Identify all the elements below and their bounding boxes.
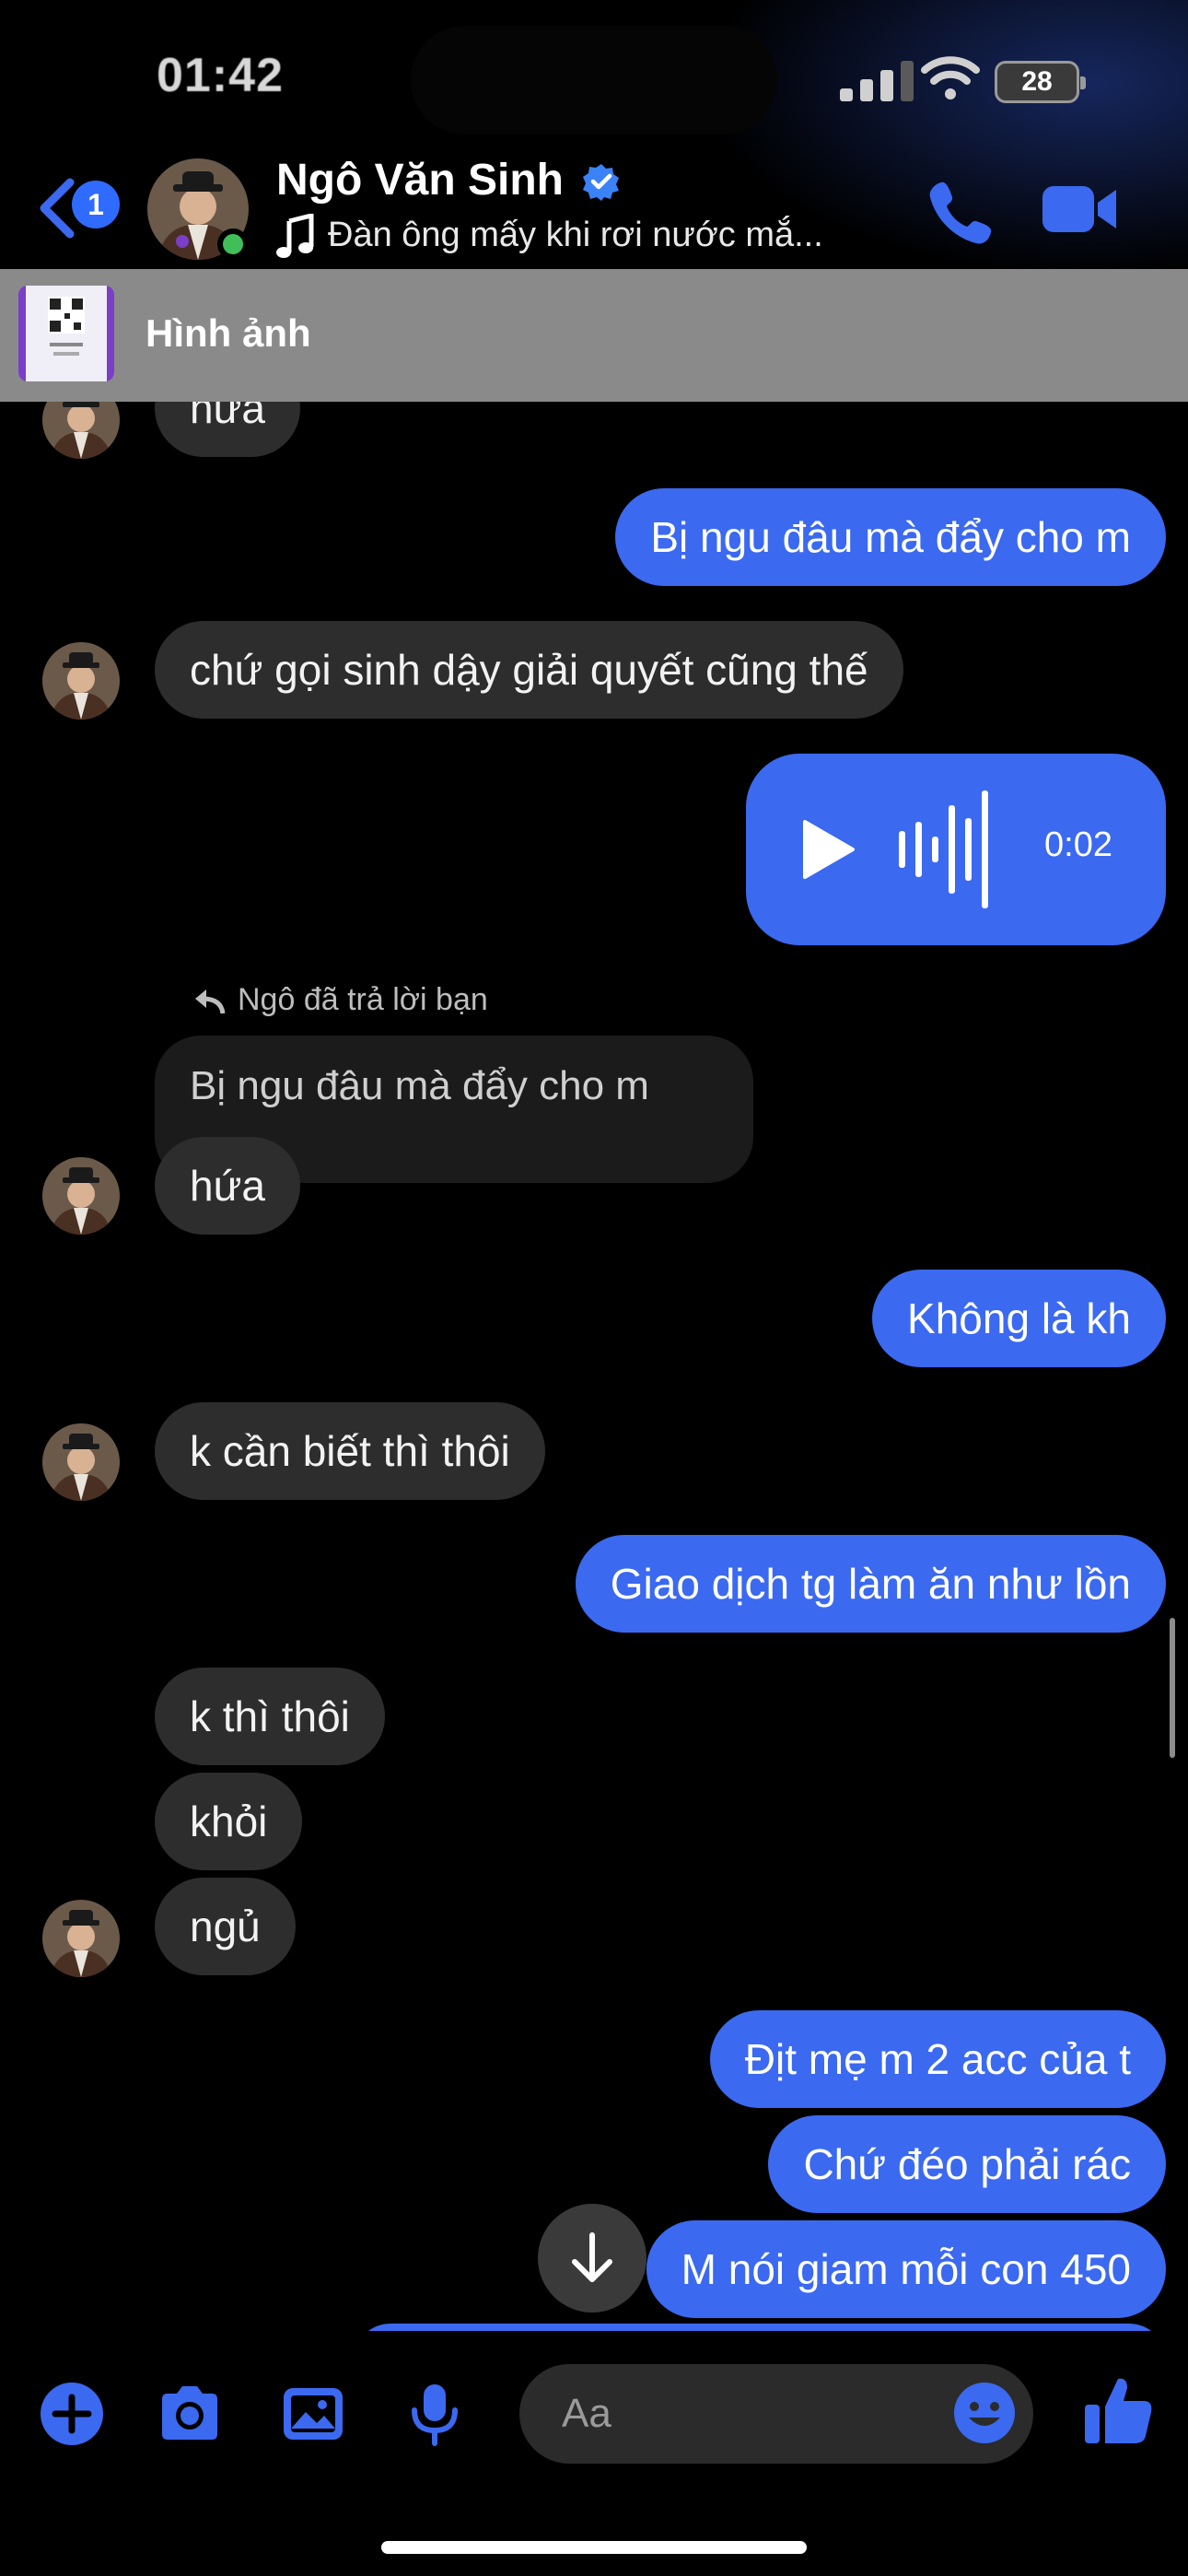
play-icon[interactable] — [801, 818, 856, 881]
signal-icon — [840, 61, 914, 101]
home-indicator — [381, 2541, 807, 2554]
online-status-dot — [217, 228, 249, 260]
outgoing-message[interactable]: Chứ đéo phải rác — [768, 2115, 1166, 2213]
unread-badge[interactable]: 1 — [72, 181, 120, 228]
incoming-message[interactable]: hứa — [155, 1137, 300, 1235]
reply-arrow-icon — [195, 989, 226, 1014]
sender-avatar[interactable] — [42, 1157, 120, 1235]
verified-icon — [583, 164, 619, 201]
outgoing-message[interactable]: Bị ngu đâu mà đẩy cho m — [615, 488, 1166, 586]
now-playing-song[interactable]: Đàn ông mấy khi rơi nước mắ... — [328, 216, 823, 255]
scroll-to-bottom-button[interactable] — [538, 2204, 646, 2313]
incoming-message[interactable]: ngủ — [155, 1878, 296, 1975]
incoming-message[interactable]: chứ gọi sinh dậy giải quyết cũng thế — [155, 621, 903, 719]
voice-duration: 0:02 — [1044, 825, 1112, 864]
phone-icon[interactable] — [925, 177, 996, 249]
incoming-message[interactable]: k thì thôi — [155, 1668, 385, 1765]
sender-avatar[interactable] — [42, 642, 120, 720]
emoji-icon[interactable] — [952, 2381, 1017, 2445]
wifi-icon — [921, 56, 980, 100]
pinned-label-overlay: Hình ảnh — [146, 311, 311, 355]
waveform-icon — [899, 790, 988, 908]
dynamic-island — [411, 26, 777, 135]
reply-hint: Ngô đã trả lời bạn — [238, 982, 488, 1017]
pinned-image-thumbnail-overlay — [18, 286, 114, 381]
outgoing-message[interactable]: M nói giam mỗi con 450 — [646, 2220, 1166, 2318]
music-note-icon — [276, 214, 314, 258]
image-icon[interactable] — [280, 2381, 346, 2447]
sender-avatar[interactable] — [42, 1423, 120, 1501]
contact-name[interactable]: Ngô Văn Sinh — [276, 155, 564, 205]
video-camera-icon[interactable] — [1041, 181, 1118, 238]
incoming-message[interactable]: khỏi — [155, 1773, 303, 1870]
battery-indicator: 28 — [995, 61, 1086, 103]
voice-message[interactable]: 0:02 — [746, 754, 1166, 945]
outgoing-message[interactable]: Giao dịch tg làm ăn như lồn — [575, 1535, 1166, 1633]
thumbs-up-icon[interactable] — [1081, 2373, 1155, 2447]
camera-icon[interactable] — [157, 2381, 223, 2447]
outgoing-message[interactable]: Địt mẹ m 2 acc của t — [709, 2010, 1166, 2108]
sender-avatar[interactable] — [42, 1900, 120, 1977]
arrow-down-icon — [572, 2232, 612, 2282]
microphone-icon[interactable] — [402, 2381, 468, 2447]
outgoing-message[interactable]: Không là kh — [872, 1270, 1166, 1367]
scroll-indicator[interactable] — [1170, 1618, 1175, 1758]
plus-icon[interactable] — [39, 2381, 105, 2447]
status-time: 01:42 — [157, 49, 284, 102]
incoming-message[interactable]: k cần biết thì thôi — [155, 1402, 545, 1500]
